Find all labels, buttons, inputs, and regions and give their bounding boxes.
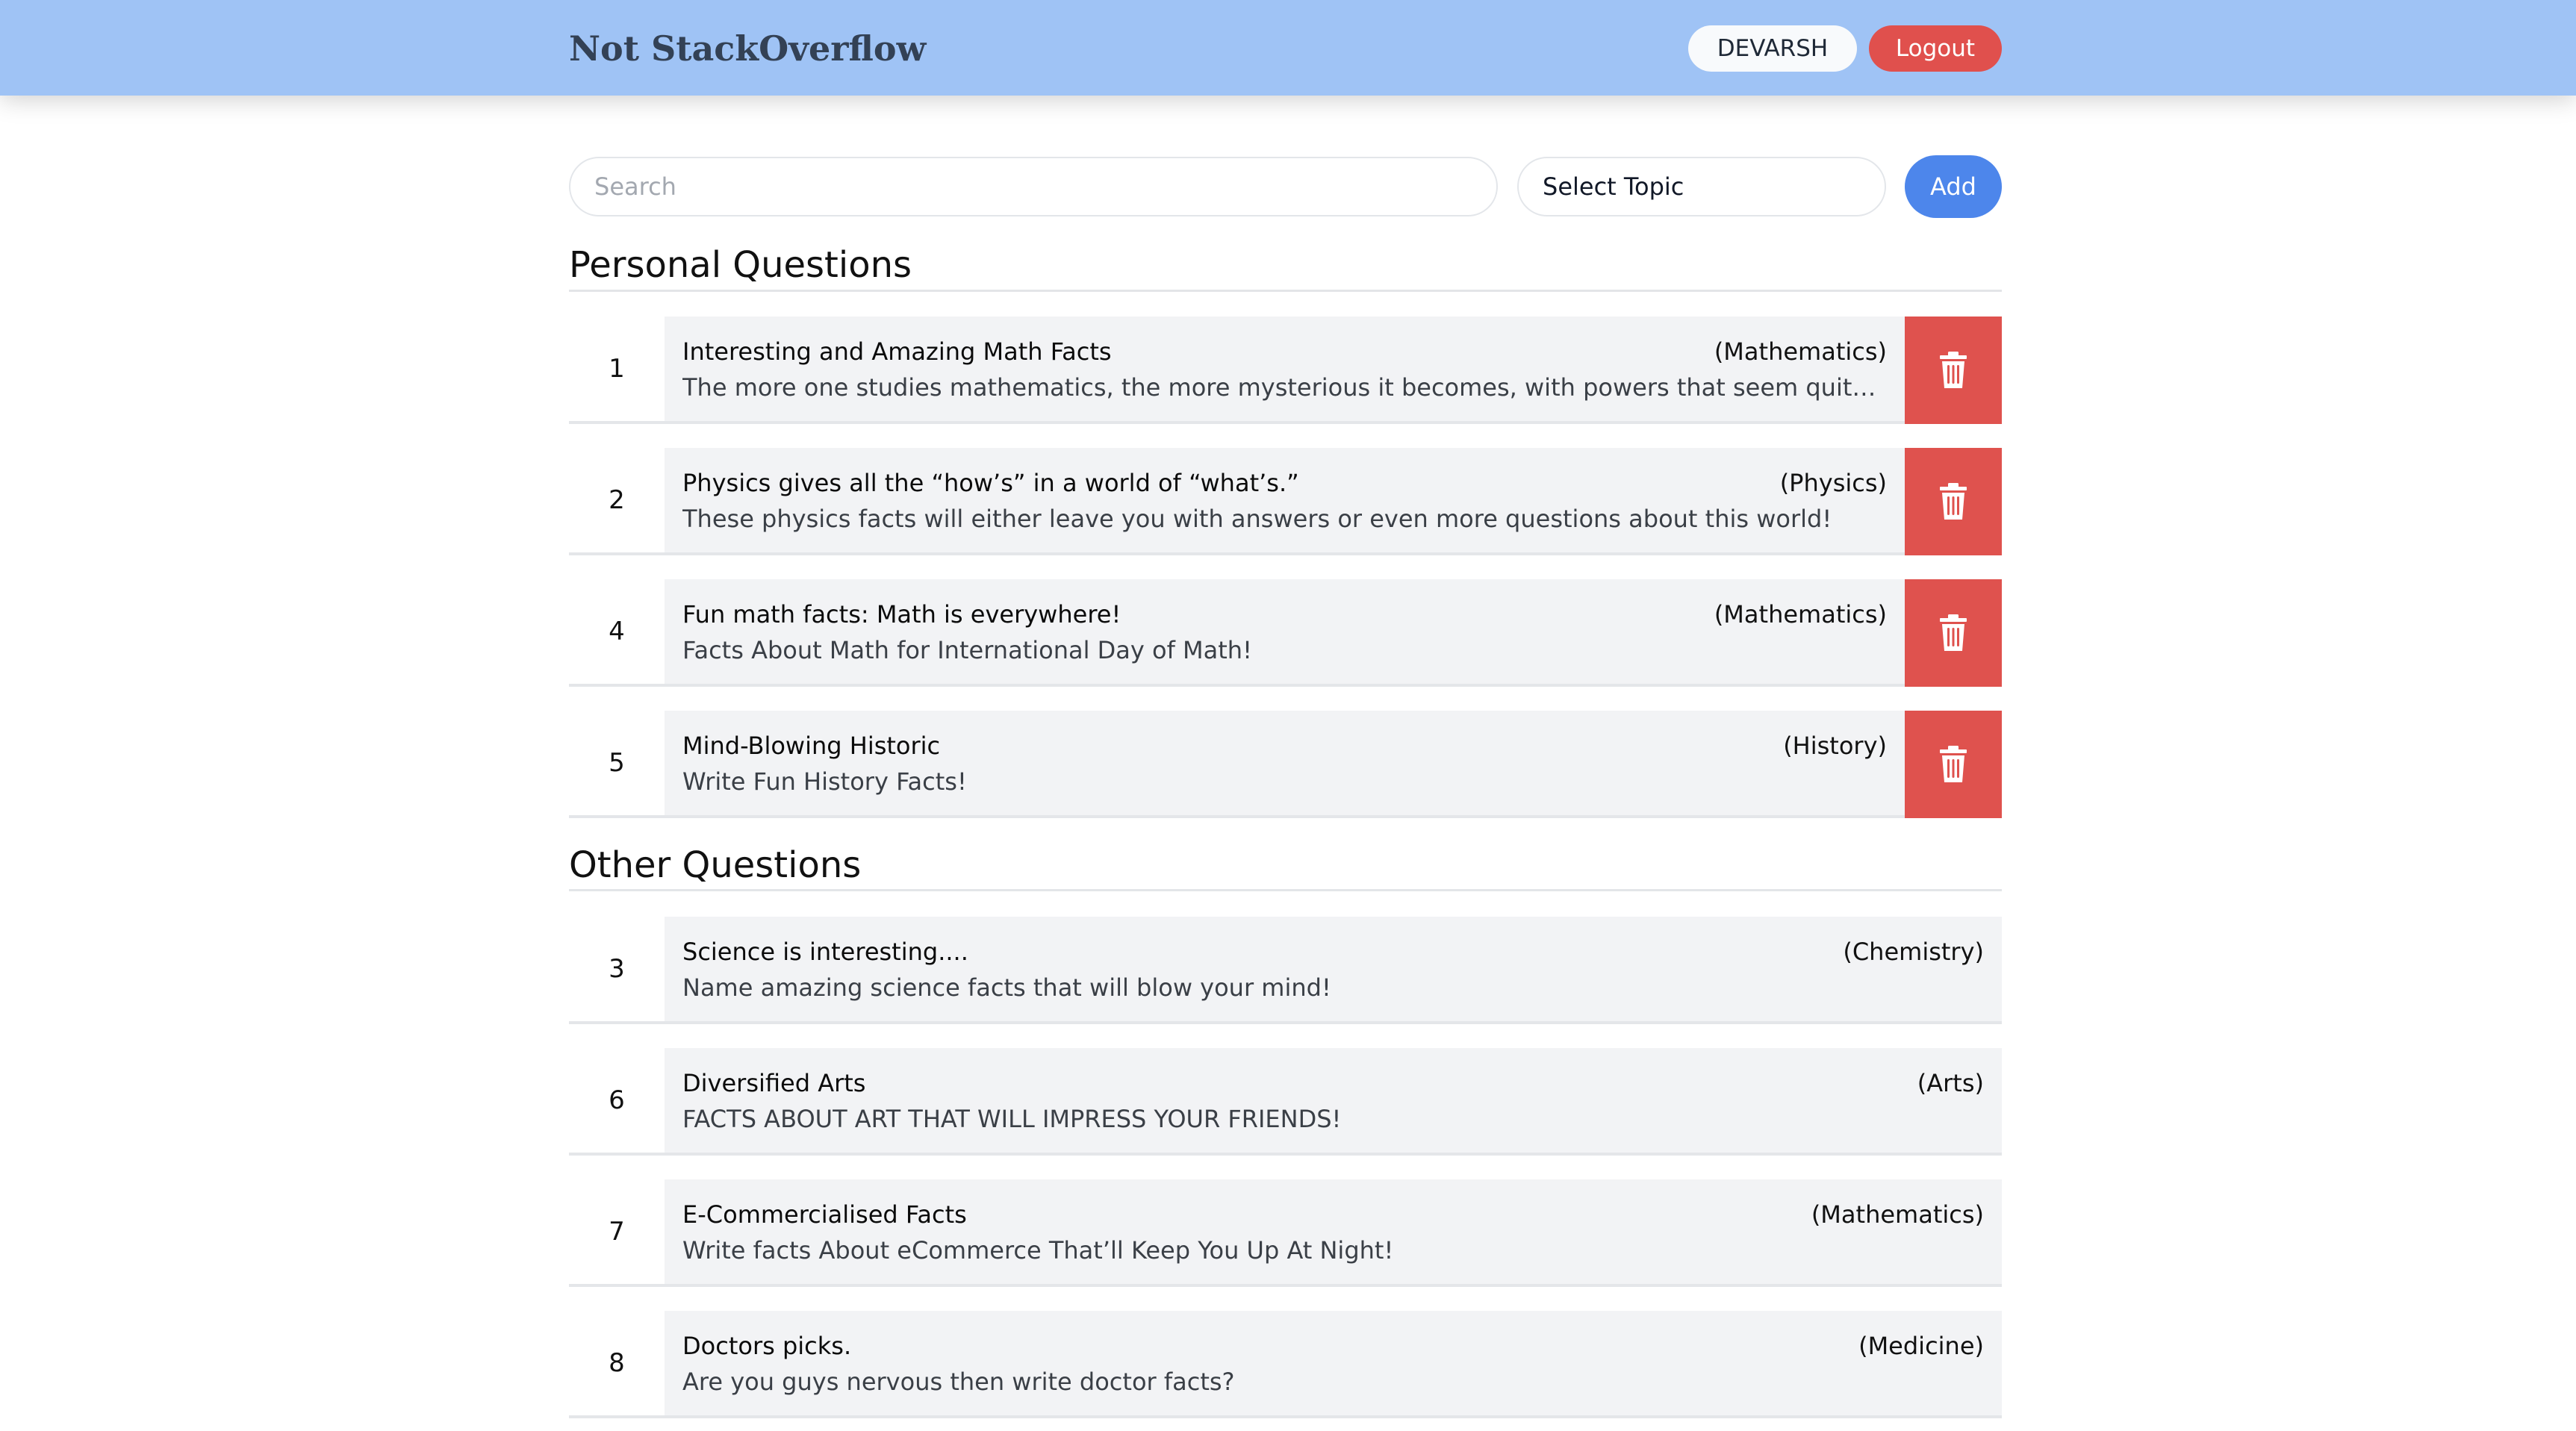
- question-number: 5: [569, 711, 665, 818]
- question-title[interactable]: Interesting and Amazing Math Facts: [682, 337, 1112, 366]
- question-description: The more one studies mathematics, the mo…: [682, 373, 1887, 402]
- question-title[interactable]: Diversified Arts: [682, 1069, 865, 1097]
- question-topic: (Mathematics): [1811, 1200, 1984, 1229]
- question-description: FACTS ABOUT ART THAT WILL IMPRESS YOUR F…: [682, 1105, 1342, 1133]
- navbar: Not StackOverflow DEVARSH Logout: [0, 0, 2576, 96]
- trash-icon: [1940, 352, 1967, 388]
- question-topic: (Mathematics): [1714, 600, 1887, 629]
- search-input[interactable]: [569, 157, 1498, 216]
- question-description: Write facts About eCommerce That’ll Keep…: [682, 1236, 1394, 1265]
- question-description: These physics facts will either leave yo…: [682, 505, 1832, 533]
- question-title[interactable]: Fun math facts: Math is everywhere!: [682, 600, 1121, 629]
- personal-questions-heading: Personal Questions: [569, 244, 912, 286]
- question-description: Are you guys nervous then write doctor f…: [682, 1368, 1235, 1396]
- question-number: 3: [569, 917, 665, 1024]
- question-body[interactable]: E-Commercialised Facts (Mathematics) Wri…: [665, 1179, 2002, 1287]
- delete-button[interactable]: [1905, 317, 2002, 424]
- question-topic: (Physics): [1779, 469, 1887, 497]
- question-topic: (History): [1783, 732, 1887, 760]
- question-title[interactable]: Mind-Blowing Historic: [682, 732, 940, 760]
- delete-button[interactable]: [1905, 579, 2002, 687]
- brand-title[interactable]: Not StackOverflow: [569, 24, 926, 73]
- question-title[interactable]: E-Commercialised Facts: [682, 1200, 967, 1229]
- question-body[interactable]: Mind-Blowing Historic (History) Write Fu…: [665, 711, 1905, 818]
- delete-button[interactable]: [1905, 448, 2002, 555]
- other-questions-heading: Other Questions: [569, 844, 862, 886]
- question-topic: (Medicine): [1858, 1332, 1984, 1360]
- question-body[interactable]: Science is interesting.... (Chemistry) N…: [665, 917, 2002, 1024]
- section-divider: [569, 290, 2002, 292]
- question-description: Name amazing science facts that will blo…: [682, 973, 1331, 1002]
- question-topic: (Mathematics): [1714, 337, 1887, 366]
- question-body[interactable]: Doctors picks. (Medicine) Are you guys n…: [665, 1311, 2002, 1418]
- question-number: 8: [569, 1311, 665, 1418]
- question-title[interactable]: Doctors picks.: [682, 1332, 851, 1360]
- question-title[interactable]: Physics gives all the “how’s” in a world…: [682, 469, 1299, 497]
- question-topic: (Arts): [1917, 1069, 1984, 1097]
- question-number: 6: [569, 1048, 665, 1156]
- question-body[interactable]: Diversified Arts (Arts) FACTS ABOUT ART …: [665, 1048, 2002, 1156]
- trash-icon: [1940, 746, 1967, 782]
- question-body[interactable]: Physics gives all the “how’s” in a world…: [665, 448, 1905, 555]
- delete-button[interactable]: [1905, 711, 2002, 818]
- question-topic: (Chemistry): [1843, 938, 1984, 966]
- question-number: 4: [569, 579, 665, 687]
- question-number: 1: [569, 317, 665, 424]
- question-body[interactable]: Fun math facts: Math is everywhere! (Mat…: [665, 579, 1905, 687]
- logout-button[interactable]: Logout: [1869, 25, 2002, 72]
- question-description: Facts About Math for International Day o…: [682, 636, 1252, 664]
- user-button[interactable]: DEVARSH: [1688, 25, 1857, 72]
- question-number: 7: [569, 1179, 665, 1287]
- topic-select[interactable]: Select Topic: [1517, 157, 1886, 216]
- question-body[interactable]: Interesting and Amazing Math Facts (Math…: [665, 317, 1905, 424]
- question-number: 2: [569, 448, 665, 555]
- question-description: Write Fun History Facts!: [682, 767, 967, 796]
- trash-icon: [1940, 614, 1967, 651]
- add-button[interactable]: Add: [1905, 155, 2002, 218]
- section-divider: [569, 889, 2002, 891]
- trash-icon: [1940, 483, 1967, 520]
- question-title[interactable]: Science is interesting....: [682, 938, 968, 966]
